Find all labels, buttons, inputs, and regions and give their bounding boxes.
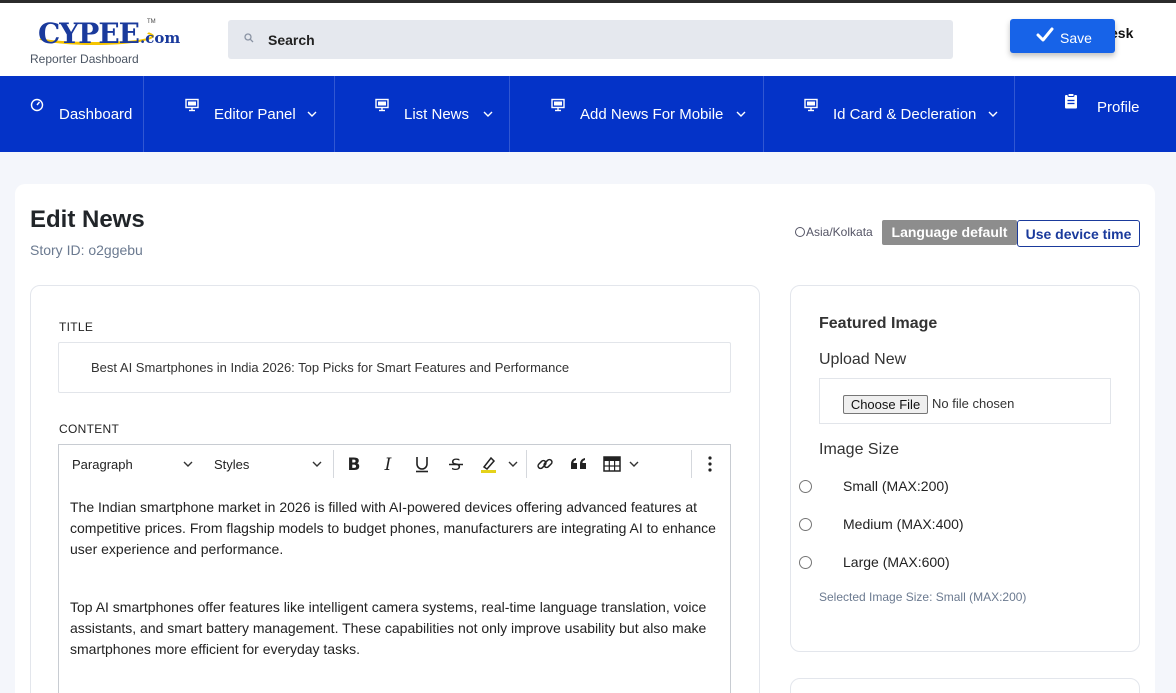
content-label: CONTENT (59, 422, 120, 436)
chevron-down-icon (988, 111, 998, 117)
nav-label: Editor Panel (214, 106, 296, 123)
nav-item-list-news[interactable]: List News (335, 76, 510, 152)
chevron-down-icon[interactable] (508, 461, 518, 467)
logo[interactable]: CYPEE TM .com Reporter Dashboard (30, 17, 190, 67)
paragraph-format-dropdown[interactable]: Paragraph (59, 445, 199, 483)
nav-item-profile[interactable]: Profile (1015, 76, 1176, 152)
bold-icon[interactable]: B (344, 454, 364, 474)
svg-text:B: B (348, 455, 361, 474)
styles-label: Styles (214, 457, 250, 472)
title-label: TITLE (59, 320, 94, 334)
chevron-down-icon (483, 111, 493, 117)
language-badge: Language default (882, 220, 1017, 245)
radio-large[interactable] (799, 556, 812, 569)
timezone-label: Asia/Kolkata (795, 225, 873, 239)
main-nav: Dashboard Editor Panel List News Add New… (0, 76, 1176, 152)
monitor-icon (804, 98, 818, 112)
blockquote-icon[interactable] (569, 454, 589, 474)
link-icon[interactable] (535, 454, 555, 474)
chevron-down-icon (307, 111, 317, 117)
monitor-icon (375, 98, 389, 112)
nav-item-editor-panel[interactable]: Editor Panel (144, 76, 335, 152)
radio-label-medium: Medium (MAX:400) (843, 516, 964, 532)
chevron-down-icon (183, 461, 193, 467)
radio-label-small: Small (MAX:200) (843, 478, 949, 494)
nav-label: Add News For Mobile (580, 106, 724, 123)
paragraph-format-label: Paragraph (72, 457, 133, 472)
story-id: Story ID: o2ggebu (30, 242, 143, 258)
italic-icon[interactable]: I (378, 454, 398, 474)
choose-file-button[interactable]: Choose File (843, 395, 928, 414)
save-button[interactable]: Save (1010, 19, 1115, 53)
radio-label-large: Large (MAX:600) (843, 554, 950, 570)
nav-label: Dashboard (59, 106, 133, 123)
title-input[interactable] (58, 342, 731, 393)
table-icon[interactable] (602, 454, 622, 474)
search-icon (244, 33, 254, 43)
highlight-icon[interactable] (479, 454, 499, 474)
secondary-card (790, 678, 1140, 693)
content-paragraph: Top AI smartphones offer features like i… (70, 599, 707, 657)
upload-label: Upload New (819, 351, 907, 368)
timezone-text: Asia/Kolkata (806, 225, 873, 239)
nav-item-id-card[interactable]: Id Card & Decleration (764, 76, 1015, 152)
toolbar-separator (526, 450, 527, 478)
logo-com: .com (140, 29, 181, 47)
toolbar-separator (333, 450, 334, 478)
logo-trademark: TM (147, 19, 156, 25)
radio-small[interactable] (799, 480, 812, 493)
file-status: No file chosen (932, 396, 1015, 411)
image-size-label: Image Size (819, 441, 900, 458)
radio-medium[interactable] (799, 518, 812, 531)
svg-text:I: I (384, 455, 392, 474)
chevron-down-icon (312, 461, 322, 467)
featured-image-title: Featured Image (819, 315, 938, 332)
header: CYPEE TM .com Reporter Dashboard esk Sav… (0, 3, 1176, 76)
check-icon (1036, 27, 1054, 42)
chevron-down-icon[interactable] (629, 461, 639, 467)
content-paragraph: The Indian smartphone market in 2026 is … (70, 499, 716, 557)
monitor-icon (185, 98, 199, 112)
logo-subtitle: Reporter Dashboard (30, 52, 139, 66)
monitor-icon (551, 98, 565, 112)
clock-icon (795, 227, 805, 237)
page-title: Edit News (30, 206, 145, 233)
more-options-icon[interactable] (700, 454, 720, 474)
nav-item-add-news-mobile[interactable]: Add News For Mobile (510, 76, 764, 152)
nav-label: Id Card & Decleration (833, 106, 977, 123)
strikethrough-icon[interactable]: S (446, 454, 466, 474)
content-editor[interactable]: The Indian smartphone market in 2026 is … (58, 483, 731, 693)
editor-toolbar: Paragraph Styles B I S (58, 444, 731, 484)
nav-item-dashboard[interactable]: Dashboard (0, 76, 144, 152)
save-label: Save (1060, 30, 1092, 46)
clipboard-icon (1065, 93, 1077, 109)
chevron-down-icon (736, 111, 746, 117)
underline-icon[interactable] (412, 454, 432, 474)
use-device-time-button[interactable]: Use device time (1017, 220, 1140, 247)
selected-size-text: Selected Image Size: Small (MAX:200) (819, 590, 1027, 604)
search-bar (228, 20, 953, 59)
gauge-icon (30, 98, 44, 112)
file-upload-box: Choose File No file chosen (819, 378, 1111, 424)
nav-label: List News (404, 106, 470, 123)
search-input[interactable] (268, 20, 938, 59)
logo-text: CYPEE (38, 17, 140, 50)
toolbar-separator (691, 450, 692, 478)
nav-label: Profile (1097, 99, 1140, 116)
styles-dropdown[interactable]: Styles (201, 445, 331, 483)
